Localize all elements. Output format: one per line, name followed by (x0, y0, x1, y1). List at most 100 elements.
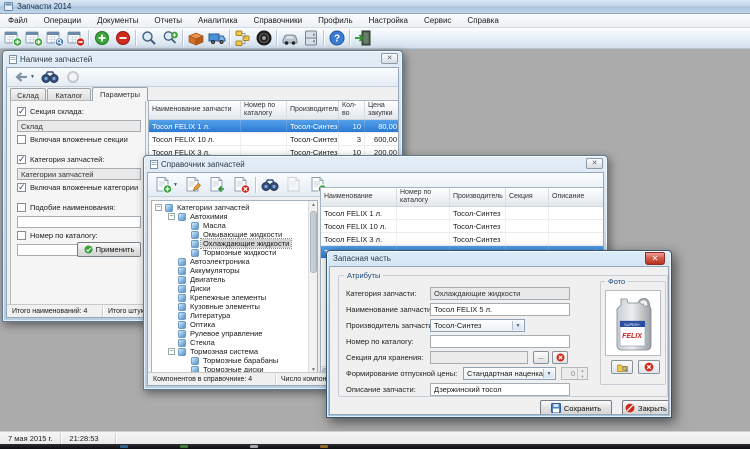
tree-item[interactable]: Крепежные элементы (153, 293, 307, 302)
table-row[interactable]: Тосол FELIX 10 л.Тосол-Синтез3600,00 (149, 133, 399, 146)
page-import-icon[interactable] (205, 176, 229, 194)
binoculars-icon[interactable] (258, 176, 282, 194)
scroll-up-icon[interactable]: ▲ (309, 201, 318, 210)
tree-item[interactable]: Кузовные элементы (153, 302, 307, 311)
tree-item[interactable]: Охлаждающие жидкости (153, 239, 307, 248)
param-field[interactable] (17, 216, 141, 228)
taskbar-icon[interactable] (320, 445, 328, 448)
menu-справка[interactable]: Справка (459, 14, 506, 28)
table-row[interactable]: Тосол FELIX 3 л.Тосол-Синтез (321, 233, 604, 246)
dropdown-caret-icon[interactable]: ▼ (173, 182, 178, 188)
taskbar-icon[interactable] (120, 445, 128, 448)
name-field[interactable]: Тосол FELIX 5 л. (430, 303, 570, 316)
menu-операции[interactable]: Операции (36, 14, 89, 28)
tire-icon[interactable] (253, 29, 274, 48)
window1-close-icon[interactable]: ✕ (381, 53, 398, 64)
column-header[interactable]: Номер по каталогу (241, 101, 287, 119)
table-row[interactable]: Тосол FELIX 10 л.Тосол-Синтез (321, 220, 604, 233)
column-header[interactable]: Наименование (321, 188, 397, 206)
collapse-icon[interactable]: – (155, 204, 162, 211)
item-add-icon[interactable] (91, 29, 112, 48)
tree-item[interactable]: Аккумуляторы (153, 266, 307, 275)
apply-button[interactable]: Применить (77, 242, 141, 257)
table-row-selected[interactable]: Тосол FELIX 1 л.Тосол-Синтез1080,00 (149, 120, 399, 133)
tree-item[interactable]: Оптика (153, 320, 307, 329)
browse-photo-button[interactable] (611, 360, 633, 374)
menu-отчеты[interactable]: Отчеты (146, 14, 190, 28)
menu-настройка[interactable]: Настройка (361, 14, 416, 28)
browse-section-button[interactable]: ... (533, 351, 549, 364)
back-icon[interactable]: ▼ (10, 68, 38, 86)
checkbox-checked[interactable] (17, 155, 26, 164)
tree-item[interactable]: –Автохимия (153, 212, 307, 221)
close-button[interactable]: Закрыть (622, 400, 669, 415)
parts-box-icon[interactable] (185, 29, 206, 48)
search-icon[interactable] (138, 29, 159, 48)
column-header[interactable]: Секция (506, 188, 549, 206)
tree-item[interactable]: Диски (153, 284, 307, 293)
menu-аналитика[interactable]: Аналитика (190, 14, 246, 28)
column-header[interactable]: Наименование запчасти (149, 101, 241, 119)
checkbox-unchecked[interactable] (17, 231, 26, 240)
tree-item[interactable]: Рулевое управление (153, 329, 307, 338)
column-header[interactable]: Описание (549, 188, 604, 206)
tree-item[interactable]: Масла (153, 221, 307, 230)
column-header[interactable]: Кол-во (339, 101, 365, 119)
tree-item[interactable]: Стекла (153, 338, 307, 347)
search-plus-icon[interactable] (159, 29, 180, 48)
save-button[interactable]: Сохранить (540, 400, 612, 415)
description-field[interactable]: Дзержинский тосол (430, 383, 570, 396)
dialog-titlebar[interactable]: Запасная часть (329, 251, 669, 266)
column-header[interactable]: Цена закупки (365, 101, 399, 119)
taskbar-icon[interactable] (180, 445, 188, 448)
checkbox-checked[interactable] (17, 107, 26, 116)
doc-conduct-icon[interactable] (23, 29, 44, 48)
help-icon[interactable]: ? (326, 29, 347, 48)
doc-add-icon[interactable] (2, 29, 23, 48)
page-edit-icon[interactable] (181, 176, 205, 194)
taskbar-icon[interactable] (250, 445, 258, 448)
checkbox-unchecked[interactable] (17, 203, 26, 212)
clear-photo-button[interactable] (638, 360, 660, 374)
exit-icon[interactable] (352, 29, 373, 48)
tree-item[interactable]: Тормозные барабаны (153, 356, 307, 365)
menu-сервис[interactable]: Сервис (416, 14, 459, 28)
tree-item[interactable]: Автоэлектроника (153, 257, 307, 266)
clear-section-button[interactable] (552, 351, 568, 364)
table-row[interactable]: Тосол FELIX 1 л.Тосол-Синтез (321, 207, 604, 220)
storage-icon[interactable] (300, 29, 321, 48)
tree-item[interactable]: Двигатель (153, 275, 307, 284)
window2-titlebar[interactable]: Справочник запчастей (146, 156, 605, 172)
tree-item[interactable]: –Тормозная система (153, 347, 307, 356)
truck-icon[interactable] (206, 29, 227, 48)
checkbox-checked[interactable] (17, 183, 26, 192)
page-delete-icon[interactable] (229, 176, 253, 194)
pricing-select[interactable]: Стандартная наценка, % ▼ (463, 367, 556, 380)
main-titlebar[interactable]: Запчасти 2014 (0, 0, 750, 14)
tree-item[interactable]: Литература (153, 311, 307, 320)
window2-close-icon[interactable]: ✕ (586, 158, 603, 169)
menu-справочники[interactable]: Справочники (246, 14, 310, 28)
binoculars-icon[interactable] (38, 68, 62, 86)
doc-find-icon[interactable] (44, 29, 65, 48)
menu-профиль[interactable]: Профиль (310, 14, 361, 28)
tree-item[interactable]: –Категории запчастей (153, 203, 307, 212)
page-add-icon[interactable]: ▼ (151, 176, 181, 194)
column-header[interactable]: Производитель (287, 101, 339, 119)
tree-scroll-thumb[interactable] (310, 211, 317, 273)
tab-параметры[interactable]: Параметры (92, 87, 148, 101)
menu-файл[interactable]: Файл (0, 14, 36, 28)
column-header[interactable]: Производитель (450, 188, 506, 206)
tree-scrollbar[interactable]: ▲ ▼ (308, 201, 317, 375)
item-delete-icon[interactable] (112, 29, 133, 48)
tree-item[interactable]: Тормозные жидкости (153, 248, 307, 257)
collapse-icon[interactable]: – (168, 213, 175, 220)
catalog-number-field[interactable] (430, 335, 570, 348)
doc-delete-icon[interactable] (65, 29, 86, 48)
taskbar[interactable] (0, 444, 750, 449)
manufacturer-select[interactable]: Тосол-Синтез ▼ (430, 319, 525, 332)
dropdown-caret-icon[interactable]: ▼ (30, 74, 35, 80)
menu-документы[interactable]: Документы (89, 14, 146, 28)
car-icon[interactable] (279, 29, 300, 48)
column-header[interactable]: Номер по каталогу (397, 188, 450, 206)
